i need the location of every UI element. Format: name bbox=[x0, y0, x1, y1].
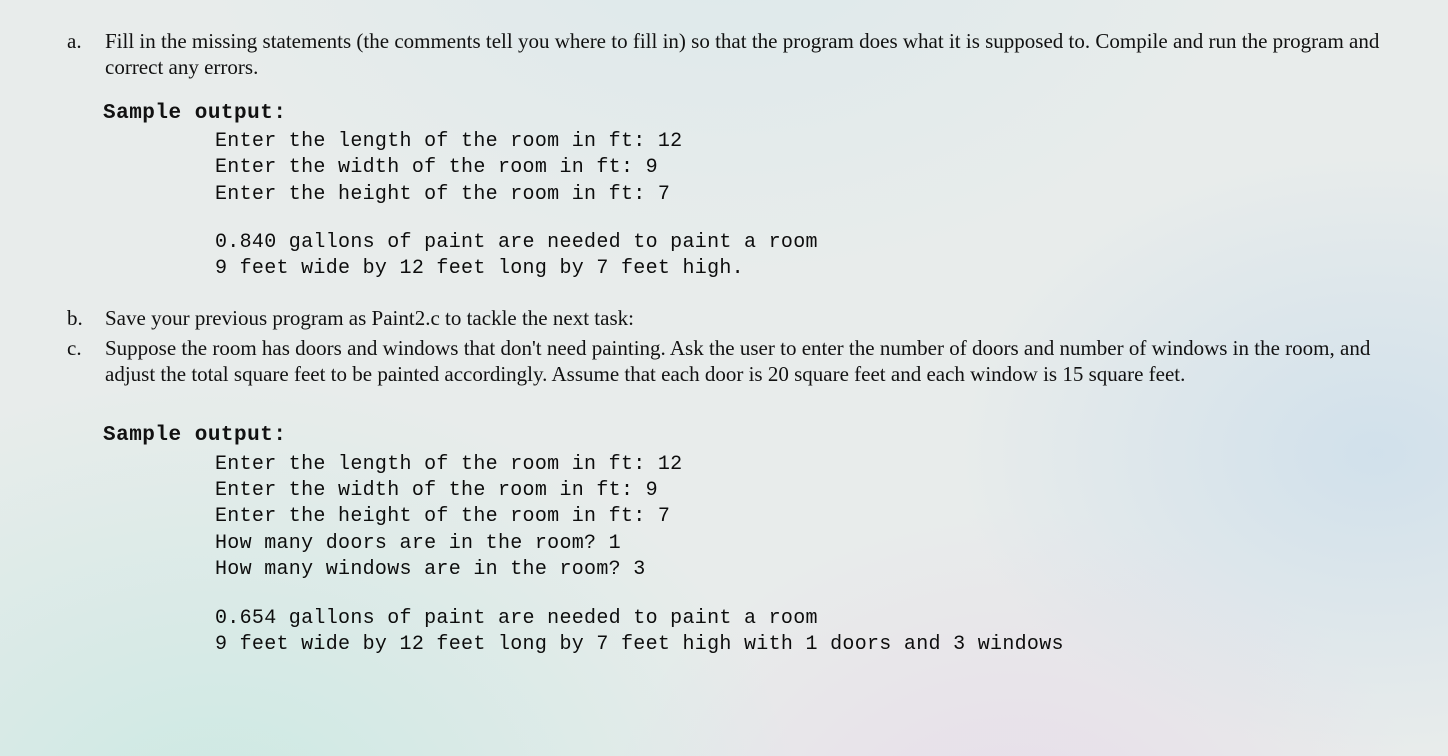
item-marker: c. bbox=[65, 335, 105, 361]
item-text: Fill in the missing statements (the comm… bbox=[105, 28, 1408, 81]
list-item-c: c. Suppose the room has doors and window… bbox=[65, 335, 1408, 388]
sample-output-block: Enter the length of the room in ft: 12 E… bbox=[215, 129, 1408, 208]
list-item-b: b. Save your previous program as Paint2.… bbox=[65, 305, 1408, 331]
item-text: Save your previous program as Paint2.c t… bbox=[105, 305, 1408, 331]
sample-output-block: Enter the length of the room in ft: 12 E… bbox=[215, 452, 1408, 584]
sample-output-label: Sample output: bbox=[103, 101, 1408, 127]
sample-output-block: 0.654 gallons of paint are needed to pai… bbox=[215, 606, 1408, 659]
sample-output-label: Sample output: bbox=[103, 423, 1408, 449]
page: a. Fill in the missing statements (the c… bbox=[0, 0, 1448, 658]
item-text: Suppose the room has doors and windows t… bbox=[105, 335, 1408, 388]
sample-output-block: 0.840 gallons of paint are needed to pai… bbox=[215, 230, 1408, 283]
list-item-a: a. Fill in the missing statements (the c… bbox=[65, 28, 1408, 81]
item-marker: a. bbox=[65, 28, 105, 54]
item-marker: b. bbox=[65, 305, 105, 331]
